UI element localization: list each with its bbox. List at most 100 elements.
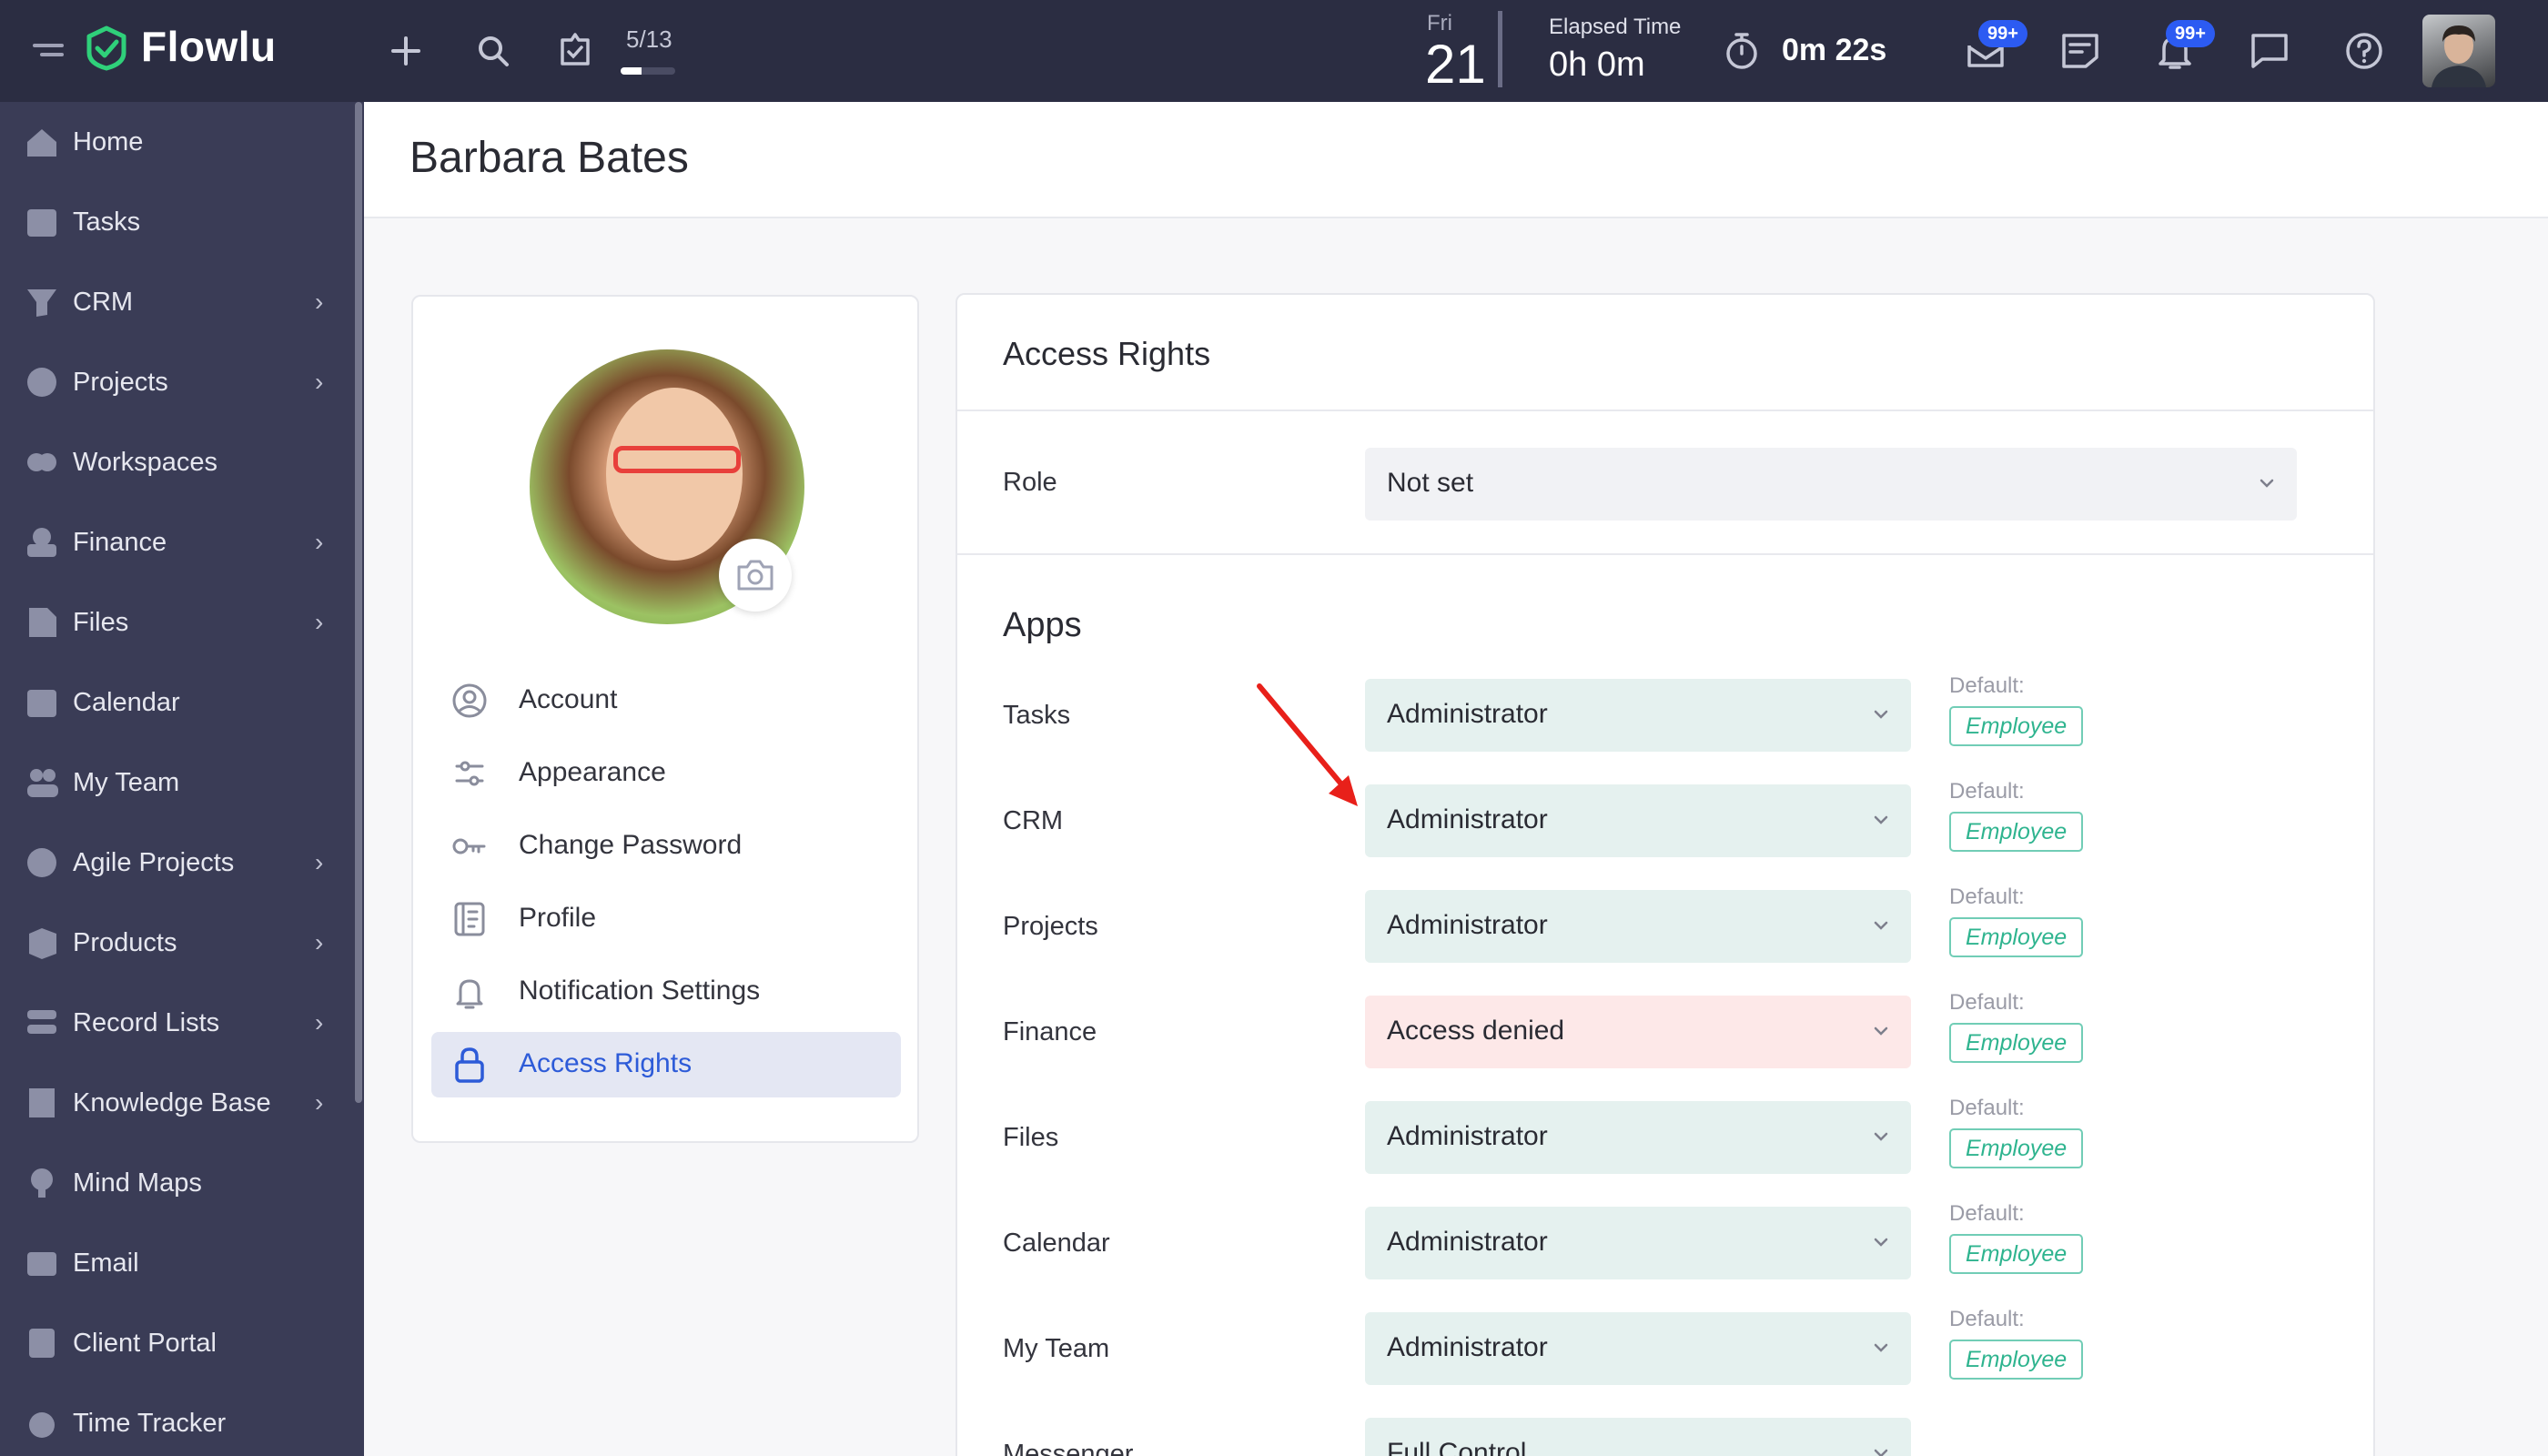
menu-item-access-rights[interactable]: Access Rights bbox=[431, 1032, 901, 1097]
account-icon bbox=[452, 683, 487, 718]
sidebar-item-client-portal[interactable]: Client Portal bbox=[0, 1307, 355, 1380]
sidebar-item-files[interactable]: Files › bbox=[0, 586, 355, 659]
app-label-messenger: Messenger bbox=[1003, 1440, 1134, 1456]
sidebar-item-label: Email bbox=[73, 1248, 139, 1278]
notes-icon[interactable] bbox=[2055, 25, 2106, 76]
sidebar-item-label: Home bbox=[73, 126, 144, 157]
page-title: Barbara Bates bbox=[410, 134, 689, 182]
tasks-icon bbox=[27, 209, 56, 237]
sidebar-item-label: Workspaces bbox=[73, 447, 218, 477]
sidebar-item-email[interactable]: Email bbox=[0, 1227, 355, 1299]
app-label-calendar: Calendar bbox=[1003, 1228, 1110, 1258]
sidebar-item-projects[interactable]: Projects › bbox=[0, 346, 355, 419]
divider bbox=[957, 553, 2373, 555]
annotation-arrow bbox=[1257, 683, 1358, 806]
date-number[interactable]: 21 bbox=[1425, 33, 1486, 96]
lock-icon bbox=[455, 1047, 484, 1083]
app-select-tasks[interactable]: Administrator bbox=[1365, 679, 1911, 752]
chevron-down-icon bbox=[1874, 1132, 1888, 1141]
chevron-right-icon: › bbox=[315, 1088, 324, 1117]
menu-collapse-icon[interactable] bbox=[24, 25, 75, 76]
knowledge-base-icon bbox=[29, 1088, 55, 1117]
role-select[interactable]: Not set bbox=[1365, 448, 2297, 521]
menu-item-appearance[interactable]: Appearance bbox=[431, 741, 901, 806]
profile-icon bbox=[454, 902, 485, 936]
menu-item-account[interactable]: Account bbox=[431, 668, 901, 733]
app-select-calendar[interactable]: Administrator bbox=[1365, 1207, 1911, 1279]
sidebar-item-label: Agile Projects bbox=[73, 847, 235, 877]
chevron-down-icon bbox=[1874, 1449, 1888, 1456]
stopwatch-icon[interactable] bbox=[1716, 25, 1767, 76]
app-select-files[interactable]: Administrator bbox=[1365, 1101, 1911, 1174]
sidebar-item-products[interactable]: Products › bbox=[0, 906, 355, 979]
access-rights-title: Access Rights bbox=[1003, 335, 1211, 372]
logo-text[interactable]: Flowlu bbox=[141, 22, 277, 71]
camera-icon[interactable] bbox=[719, 539, 792, 612]
app-select-value: Access denied bbox=[1387, 1016, 1565, 1046]
sidebar-item-agile-projects[interactable]: Agile Projects › bbox=[0, 826, 355, 899]
chevron-right-icon: › bbox=[315, 528, 324, 556]
agile-icon bbox=[27, 848, 56, 877]
search-icon[interactable] bbox=[468, 25, 519, 76]
app-label-finance: Finance bbox=[1003, 1017, 1097, 1046]
app-label-my-team: My Team bbox=[1003, 1334, 1110, 1363]
sidebar-item-finance[interactable]: Finance › bbox=[0, 506, 355, 579]
sidebar-scrollbar[interactable] bbox=[355, 102, 362, 1103]
record-lists-icon bbox=[27, 1010, 56, 1034]
sidebar-item-tasks[interactable]: Tasks bbox=[0, 186, 355, 258]
sidebar-item-workspaces[interactable]: Workspaces bbox=[0, 426, 355, 499]
app-select-my-team[interactable]: Administrator bbox=[1365, 1312, 1911, 1385]
elapsed-time-label: Elapsed Time bbox=[1549, 15, 1682, 39]
app-select-messenger[interactable]: Full Control bbox=[1365, 1418, 1911, 1456]
menu-item-change-password[interactable]: Change Password bbox=[431, 814, 901, 879]
help-icon[interactable] bbox=[2339, 25, 2390, 76]
menu-item-label: Appearance bbox=[519, 757, 666, 787]
menu-item-profile[interactable]: Profile bbox=[431, 886, 901, 952]
app-select-finance[interactable]: Access denied bbox=[1365, 996, 1911, 1068]
chat-icon[interactable] bbox=[2244, 25, 2295, 76]
sidebar-item-home[interactable]: Home bbox=[0, 106, 355, 178]
sidebar-item-label: Finance bbox=[73, 527, 167, 557]
default-label: Default: bbox=[1949, 1201, 2025, 1226]
projects-icon bbox=[27, 368, 56, 397]
menu-item-label: Account bbox=[519, 684, 618, 714]
sidebar-item-time-tracker[interactable]: Time Tracker bbox=[0, 1387, 355, 1456]
timer-value[interactable]: 0m 22s bbox=[1782, 33, 1886, 68]
chevron-right-icon: › bbox=[315, 1008, 324, 1036]
tasks-progress-bar bbox=[621, 67, 675, 75]
sidebar-item-mind-maps[interactable]: Mind Maps bbox=[0, 1147, 355, 1219]
chevron-right-icon: › bbox=[315, 368, 324, 396]
sidebar-item-record-lists[interactable]: Record Lists › bbox=[0, 986, 355, 1059]
sidebar-item-label: Products bbox=[73, 927, 177, 957]
chevron-right-icon: › bbox=[315, 928, 324, 956]
app-label-crm: CRM bbox=[1003, 806, 1064, 835]
default-role-tag: Employee bbox=[1949, 706, 2084, 746]
app-select-value: Administrator bbox=[1387, 699, 1548, 729]
menu-item-notification-settings[interactable]: Notification Settings bbox=[431, 959, 901, 1025]
sidebar-item-label: Files bbox=[73, 607, 129, 637]
add-icon[interactable] bbox=[380, 25, 431, 76]
default-role-tag: Employee bbox=[1949, 917, 2084, 957]
app-select-crm[interactable]: Administrator bbox=[1365, 784, 1911, 857]
default-label: Default: bbox=[1949, 1307, 2025, 1331]
menu-item-label: Notification Settings bbox=[519, 976, 761, 1006]
products-icon bbox=[29, 928, 56, 959]
profile-card: Account Appearance Change Password Profi… bbox=[411, 295, 919, 1143]
app-select-projects[interactable]: Administrator bbox=[1365, 890, 1911, 963]
tasks-counter[interactable]: 5/13 bbox=[626, 25, 672, 54]
sidebar-item-label: Knowledge Base bbox=[73, 1087, 271, 1117]
crm-icon bbox=[27, 289, 56, 317]
tasks-progress-icon[interactable] bbox=[550, 24, 601, 75]
user-avatar[interactable] bbox=[2422, 15, 2495, 87]
sidebar-item-crm[interactable]: CRM › bbox=[0, 266, 355, 339]
sidebar-item-my-team[interactable]: My Team bbox=[0, 746, 355, 819]
sidebar-item-knowledge-base[interactable]: Knowledge Base › bbox=[0, 1067, 355, 1139]
team-icon bbox=[27, 769, 58, 797]
sidebar-item-label: Calendar bbox=[73, 687, 180, 717]
menu-item-label: Access Rights bbox=[519, 1048, 693, 1078]
sidebar-item-calendar[interactable]: Calendar bbox=[0, 666, 355, 739]
app-select-value: Administrator bbox=[1387, 1332, 1548, 1362]
appearance-icon bbox=[455, 761, 484, 786]
email-icon bbox=[27, 1252, 56, 1276]
date-separator bbox=[1498, 11, 1502, 87]
